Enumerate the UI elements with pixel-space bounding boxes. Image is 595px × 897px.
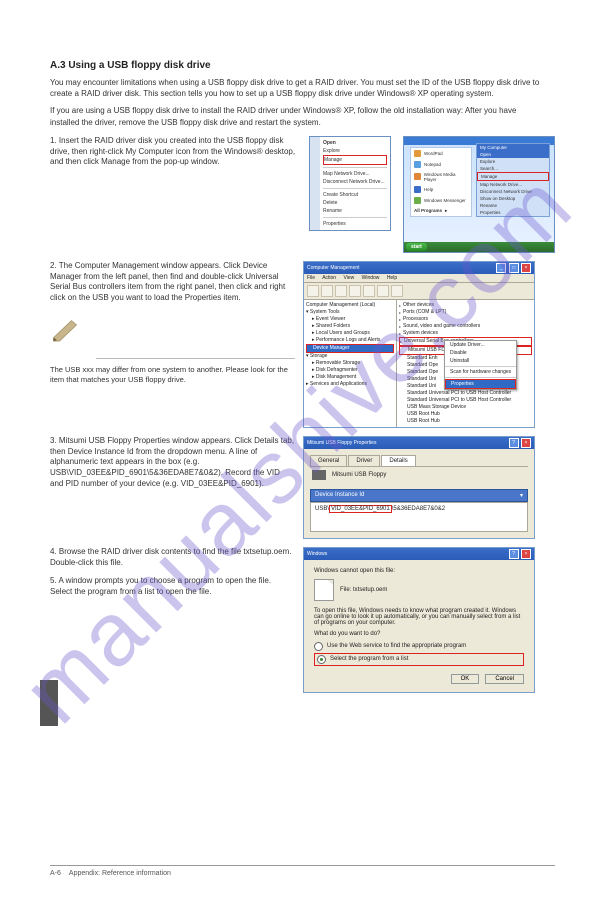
chevron-down-icon: ▾: [520, 492, 523, 499]
footer-label: Appendix: Reference information: [69, 870, 171, 877]
cancel-button[interactable]: Cancel: [485, 674, 524, 684]
startmenu-left-help[interactable]: Help: [411, 184, 471, 195]
screenshot-computer-management: Computer Management _ □ × File Action Vi…: [303, 261, 535, 428]
help-icon[interactable]: ?: [509, 549, 519, 559]
ctx-item-map-drive[interactable]: Map Network Drive...: [323, 170, 387, 178]
device-name: Mitsumi USB Floppy: [332, 472, 386, 478]
screenshot-start-menu: WordPad Notepad Windows Media Player Hel…: [403, 136, 555, 253]
startmenu-right-search[interactable]: Search...: [477, 165, 549, 172]
startmenu-right-rename[interactable]: Rename: [477, 202, 549, 209]
file-name: txtsetup.oem: [353, 587, 387, 593]
startmenu-left-messenger[interactable]: Windows Messenger: [411, 195, 471, 206]
device-context-menu[interactable]: Update Driver... Disable Uninstall Scan …: [444, 340, 517, 390]
step-1-text: 1. Insert the RAID driver disk you creat…: [50, 136, 301, 253]
startmenu-right-explore[interactable]: Explore: [477, 158, 549, 165]
tab-details[interactable]: Details: [381, 455, 415, 466]
close-icon[interactable]: ×: [521, 549, 531, 559]
ctx-item-manage[interactable]: Manage: [323, 155, 387, 165]
startmenu-right-manage[interactable]: Manage: [477, 172, 549, 181]
note-pen-icon: [50, 316, 86, 344]
propdlg-title: Mitsumi USB Floppy Properties: [307, 440, 376, 446]
startmenu-right-properties[interactable]: Properties: [477, 209, 549, 216]
startmenu-right-open[interactable]: Open: [477, 151, 549, 158]
screenshot-properties-dialog: Mitsumi USB Floppy Properties ? × Genera…: [303, 436, 535, 539]
startmenu-left-all-programs[interactable]: All Programs ▸: [411, 206, 471, 216]
radio-select-from-list[interactable]: Select the program from a list: [314, 653, 524, 666]
startmenu-left-notepad[interactable]: Notepad: [411, 159, 471, 170]
step-2-text: 2. The Computer Management window appear…: [50, 261, 295, 428]
intro-paragraph-2: If you are using a USB floppy disk drive…: [50, 105, 540, 127]
ctx-properties[interactable]: Properties: [445, 379, 516, 389]
file-icon: [314, 579, 334, 601]
device-instance-value: USB\VID_03EE&PID_6901\5&36EDA8E7&0&2: [310, 502, 528, 532]
screenshot-context-menu: Open Explore Manage Map Network Drive...…: [309, 136, 391, 231]
start-button[interactable]: start: [406, 243, 427, 251]
startmenu-left-wmp[interactable]: Windows Media Player: [411, 170, 471, 184]
question-text: What do you want to do?: [314, 631, 524, 637]
ctx-item-shortcut[interactable]: Create Shortcut: [323, 191, 387, 199]
minimize-icon[interactable]: _: [496, 263, 506, 273]
opendlg-title: Windows: [307, 551, 327, 557]
cannot-open-text: Windows cannot open this file:: [314, 568, 524, 574]
ctx-item-open[interactable]: Open: [323, 139, 387, 147]
startmenu-title: My Computer: [477, 144, 549, 151]
ok-button[interactable]: OK: [451, 674, 480, 684]
intro-paragraph-1: You may encounter limitations when using…: [50, 77, 540, 99]
compmgmt-menubar[interactable]: File Action View Window Help: [304, 274, 534, 283]
ctx-item-rename[interactable]: Rename: [323, 207, 387, 215]
tab-general[interactable]: General: [310, 455, 347, 466]
file-label: File:: [340, 587, 351, 593]
propdlg-tabs[interactable]: General Driver Details: [310, 455, 528, 467]
details-combobox[interactable]: Device Instance Id ▾: [310, 489, 528, 502]
page-footer: A-6 Appendix: Reference information: [50, 865, 555, 877]
usb-icon: [312, 470, 326, 480]
close-icon[interactable]: ×: [521, 438, 531, 448]
footer-page-number: A-6: [50, 870, 61, 877]
maximize-icon[interactable]: □: [509, 263, 519, 273]
explain-text: To open this file, Windows needs to know…: [314, 608, 524, 626]
compmgmt-tree[interactable]: Computer Management (Local) ▾ System Too…: [304, 300, 397, 427]
screenshot-open-with-dialog: Windows ? × Windows cannot open this fil…: [303, 547, 535, 693]
startmenu-right-show[interactable]: Show on Desktop: [477, 195, 549, 202]
close-icon[interactable]: ×: [521, 263, 531, 273]
step-4-5-text: 4. Browse the RAID driver disk contents …: [50, 547, 295, 693]
radio-use-web[interactable]: Use the Web service to find the appropri…: [314, 642, 524, 651]
startmenu-right-disconnect[interactable]: Disconnect Network Drive: [477, 188, 549, 195]
compmgmt-toolbar[interactable]: [304, 283, 534, 300]
step-3-text: 3. Mitsumi USB Floppy Properties window …: [50, 436, 295, 539]
help-icon[interactable]: ?: [509, 438, 519, 448]
ctx-item-explore[interactable]: Explore: [323, 147, 387, 155]
startmenu-right-map[interactable]: Map Network Drive...: [477, 181, 549, 188]
note-text: The USB xxx may differ from one system t…: [50, 365, 295, 385]
ctx-item-disconnect-drive[interactable]: Disconnect Network Drive...: [323, 178, 387, 186]
tab-driver[interactable]: Driver: [348, 455, 380, 466]
ctx-item-properties[interactable]: Properties: [323, 220, 387, 228]
startmenu-left-wordpad[interactable]: WordPad: [411, 148, 471, 159]
tree-device-manager[interactable]: Device Manager: [306, 344, 394, 353]
ctx-item-delete[interactable]: Delete: [323, 199, 387, 207]
section-heading: A.3 Using a USB floppy disk drive: [50, 60, 555, 71]
compmgmt-title: Computer Management: [307, 265, 360, 271]
